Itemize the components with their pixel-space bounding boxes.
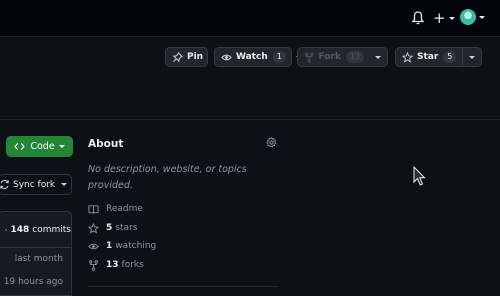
fork-dropdown[interactable] — [369, 48, 387, 66]
forks-label: forks — [121, 260, 144, 270]
code-label: Code — [30, 141, 55, 152]
commit-time: last month — [14, 254, 63, 264]
chevron-down-icon — [469, 55, 475, 59]
chevron-down-icon — [375, 55, 381, 59]
chevron-down-icon — [61, 183, 68, 186]
fork-count: 13 — [345, 51, 364, 63]
fork-icon — [89, 259, 98, 271]
chevron-down-icon — [448, 16, 455, 20]
watching-count: 1 — [106, 241, 113, 251]
commits-count: 148 — [10, 224, 30, 235]
watching-label: watching — [115, 241, 157, 251]
top-bar — [0, 0, 500, 36]
watch-button[interactable]: Watch 1 — [215, 48, 291, 66]
watch-count: 1 — [272, 51, 286, 63]
readme-link[interactable]: Readme — [88, 203, 143, 215]
sync-fork-button[interactable]: Sync fork — [0, 174, 72, 195]
fork-icon — [305, 51, 314, 63]
pin-label: Pin — [187, 52, 204, 62]
commits-link[interactable]: 148 commits — [0, 212, 71, 248]
stars-link[interactable]: 5 stars — [88, 222, 137, 234]
forks-count: 13 — [106, 260, 119, 270]
avatar — [460, 9, 476, 25]
stars-count: 5 — [106, 223, 113, 233]
code-button[interactable]: Code — [6, 136, 73, 157]
star-count: 5 — [443, 51, 457, 63]
about-divider — [88, 286, 278, 287]
gear-icon[interactable] — [266, 137, 277, 148]
plus-icon: + — [433, 9, 446, 27]
commit-time: 19 hours ago — [3, 277, 63, 287]
mouse-cursor-icon — [413, 166, 426, 186]
star-button[interactable]: Star 5 — [396, 48, 462, 66]
fork-label: Fork — [318, 52, 341, 62]
commits-label: commits — [32, 224, 71, 235]
star-label: Star — [417, 52, 439, 62]
eye-icon — [221, 54, 232, 60]
fork-button[interactable]: Fork 13 — [298, 48, 369, 66]
star-button-group[interactable]: Star 5 — [395, 47, 482, 67]
watch-button-group[interactable]: Watch 1 — [214, 47, 302, 67]
sync-icon — [0, 179, 9, 190]
chevron-down-icon — [479, 15, 485, 19]
about-heading: About — [88, 138, 124, 150]
pin-button[interactable]: Pin — [165, 47, 208, 67]
bell-icon[interactable] — [412, 11, 424, 25]
code-icon — [14, 142, 26, 151]
sync-fork-label: Sync fork — [13, 179, 56, 190]
stars-label: stars — [115, 223, 138, 233]
forks-link[interactable]: 13 forks — [88, 259, 144, 271]
readme-label: Readme — [106, 204, 143, 214]
star-dropdown[interactable] — [463, 48, 481, 66]
section-divider — [0, 119, 500, 120]
watch-label: Watch — [236, 52, 268, 62]
pin-icon — [172, 51, 183, 62]
star-icon — [402, 51, 413, 63]
watching-link[interactable]: 1 watching — [88, 240, 156, 252]
about-description: No description, website, or topics provi… — [88, 164, 247, 191]
create-new-menu[interactable]: + — [433, 9, 455, 27]
fork-button-group[interactable]: Fork 13 — [297, 47, 388, 67]
top-bar-divider — [0, 36, 500, 37]
chevron-down-icon — [58, 145, 65, 148]
eye-icon — [88, 243, 99, 249]
star-icon — [88, 222, 99, 234]
commits-panel: 148 commits last month 19 hours ago — [0, 211, 72, 296]
user-menu[interactable] — [460, 9, 485, 25]
book-icon — [88, 204, 99, 214]
history-icon — [5, 228, 8, 231]
